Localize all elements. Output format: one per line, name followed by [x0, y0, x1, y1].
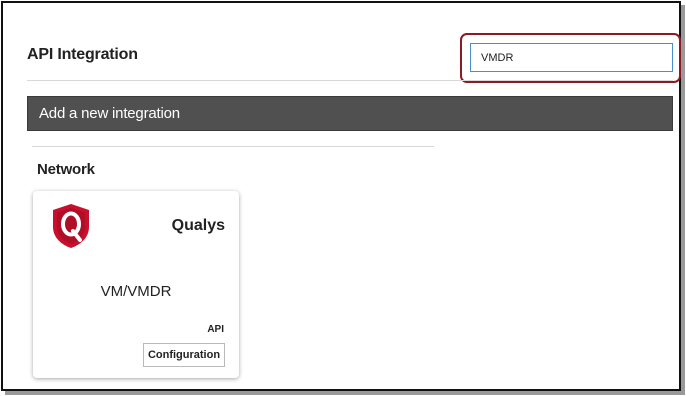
vendor-name: Qualys [171, 217, 225, 234]
add-integration-banner[interactable]: Add a new integration [27, 96, 673, 131]
configuration-button[interactable]: Configuration [143, 343, 225, 367]
integration-card[interactable]: Qualys VM/VMDR API Configuration [33, 191, 239, 378]
search-input[interactable] [470, 43, 673, 72]
qualys-shield-icon [53, 204, 89, 248]
frame-shadow [681, 5, 685, 394]
page-title: API Integration [27, 46, 138, 63]
section-title: Network [37, 161, 95, 178]
integration-type-label: API [207, 324, 224, 335]
divider [27, 80, 673, 81]
divider [32, 146, 434, 147]
frame-shadow [5, 391, 685, 395]
product-name: VM/VMDR [100, 283, 172, 300]
add-integration-label: Add a new integration [39, 105, 180, 122]
